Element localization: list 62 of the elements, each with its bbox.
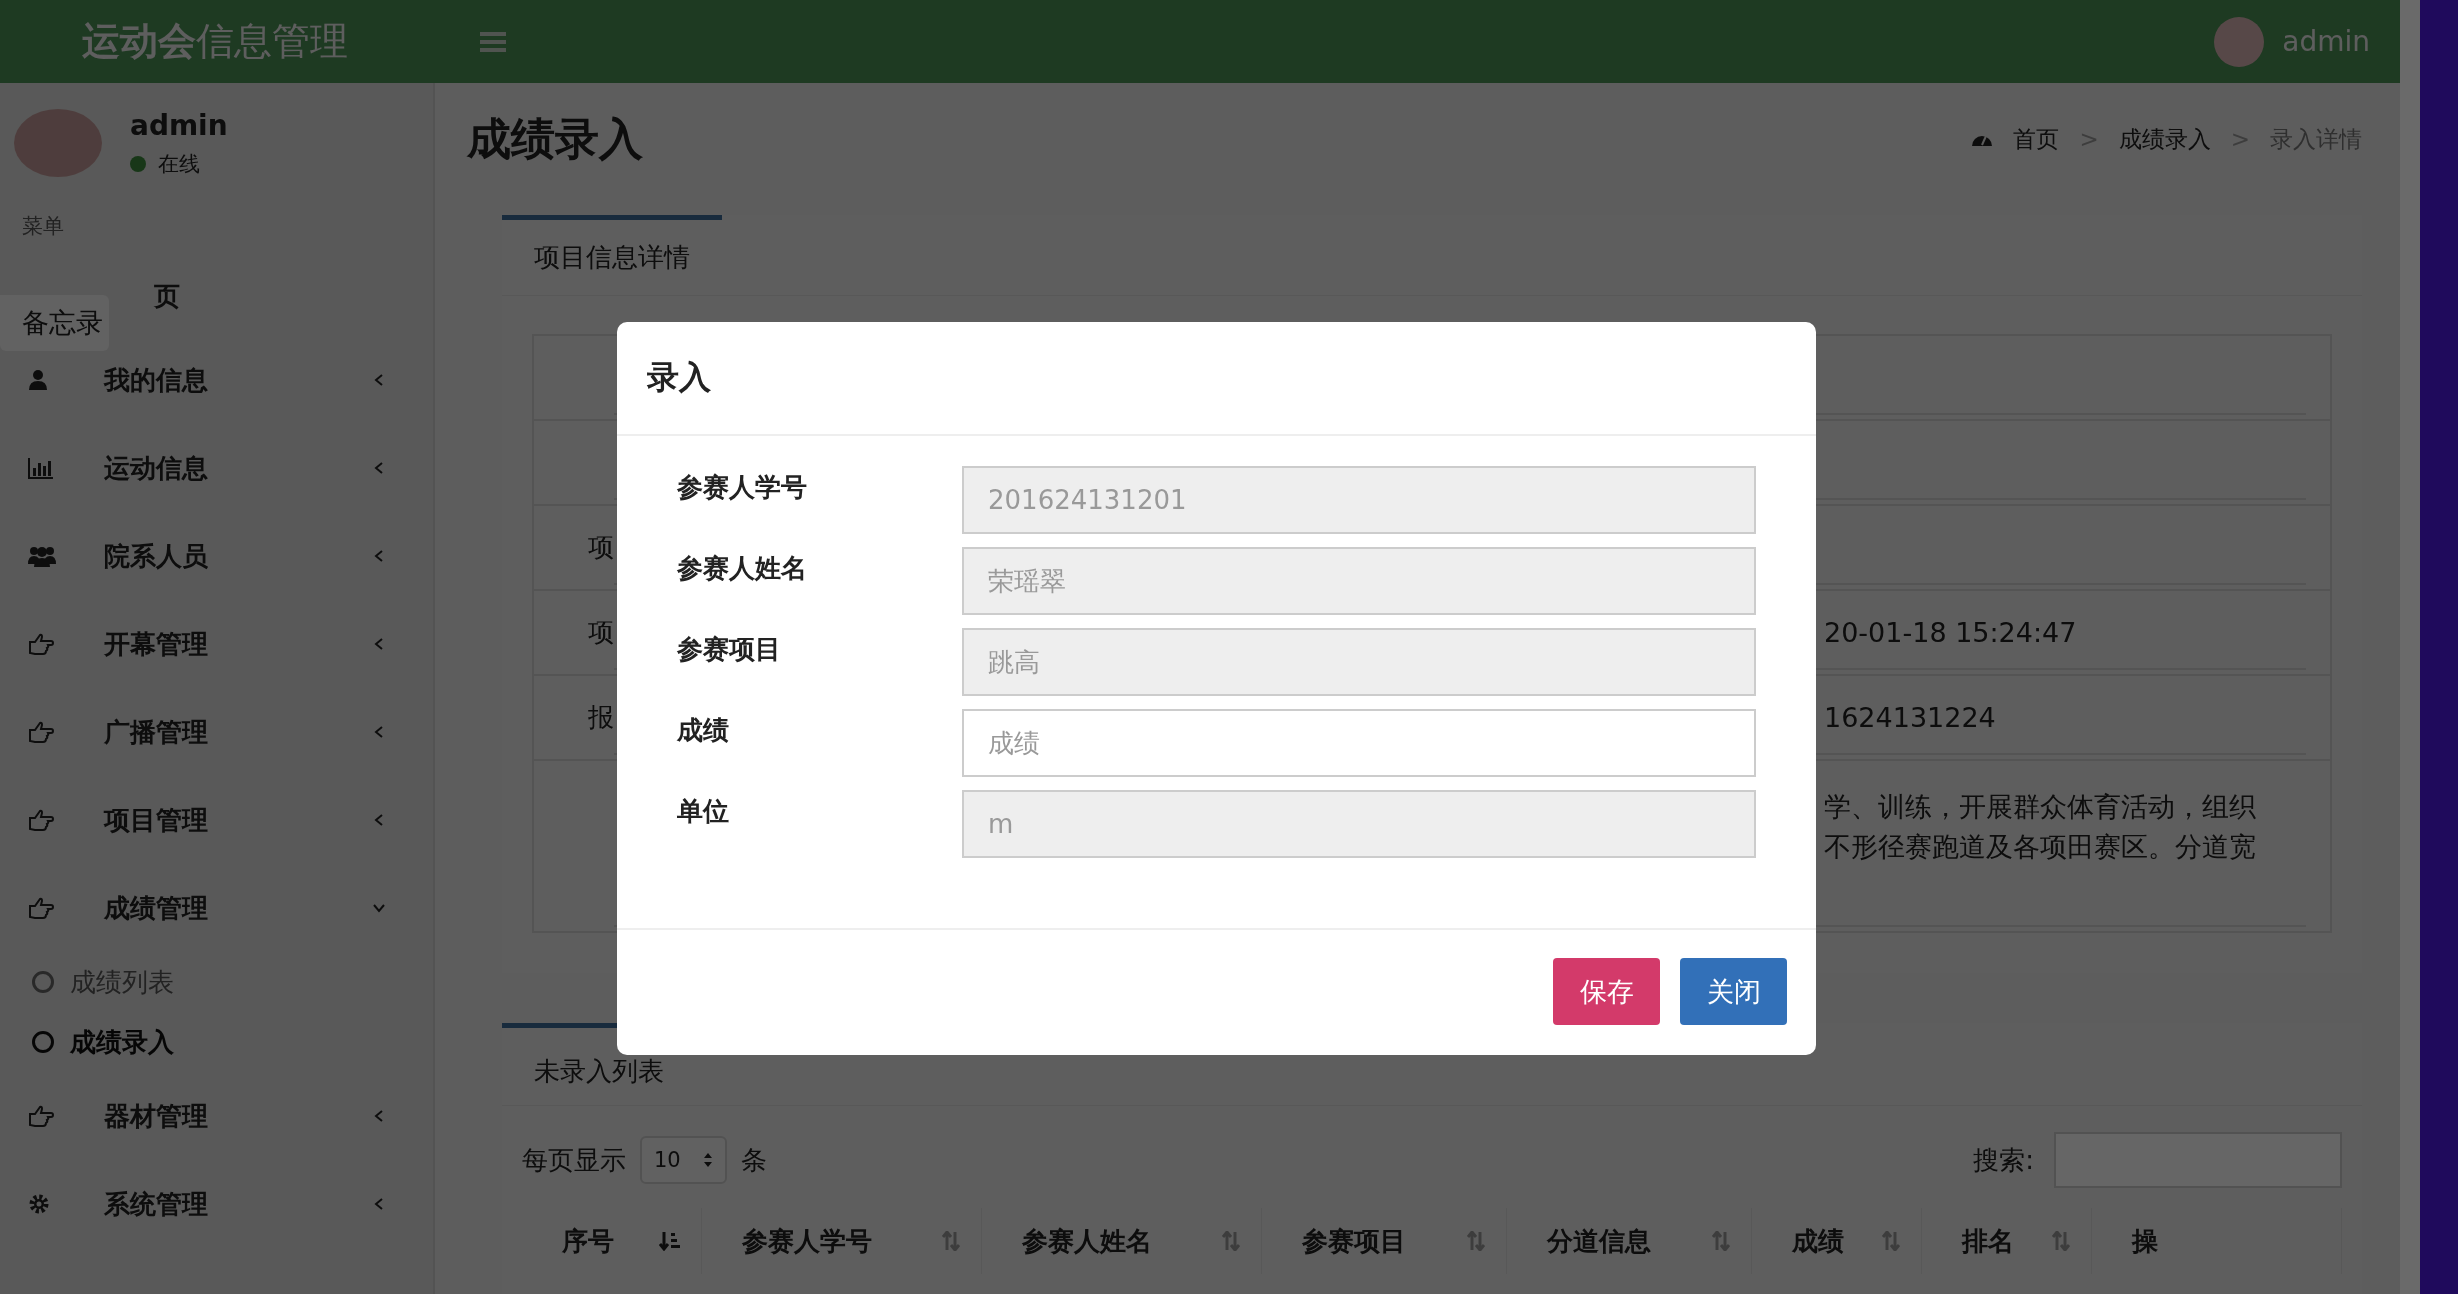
field-value: 1624131224 bbox=[1824, 700, 1996, 735]
bar-chart-icon bbox=[28, 457, 54, 479]
spinner-icon bbox=[702, 1152, 713, 1168]
pointing-hand-icon bbox=[28, 1105, 54, 1127]
field-value: 学、训练，开展群众体育活动，组织 bbox=[1824, 790, 2256, 824]
users-icon bbox=[28, 545, 56, 567]
field-label: 报 bbox=[588, 701, 614, 734]
field-label: 项 bbox=[588, 531, 614, 564]
sidebar-item[interactable]: 运动信息 bbox=[0, 424, 433, 512]
status-dot-icon bbox=[130, 156, 146, 172]
field-label: 单位 bbox=[677, 795, 730, 828]
menu-icon[interactable] bbox=[480, 30, 506, 53]
column-header[interactable]: 分道信息 bbox=[1507, 1208, 1752, 1274]
length-label: 条 bbox=[740, 1143, 767, 1177]
page-title: 成绩录入 bbox=[467, 111, 644, 166]
field-value: 20-01-18 15:24:47 bbox=[1824, 615, 2077, 650]
user-icon bbox=[28, 369, 48, 391]
user-name[interactable]: admin bbox=[2282, 25, 2370, 58]
column-header[interactable]: 排名 bbox=[1922, 1208, 2092, 1274]
sidebar-item[interactable]: 院系人员 bbox=[0, 512, 433, 600]
status-text: 在线 bbox=[158, 151, 200, 178]
field-label: 参赛人学号 bbox=[677, 471, 808, 504]
sidebar-item[interactable]: 成绩管理 bbox=[0, 864, 433, 952]
pointing-hand-icon bbox=[28, 897, 54, 919]
field-label: 项 bbox=[588, 616, 614, 649]
pointing-hand-icon bbox=[28, 633, 54, 655]
brand-title[interactable]: 运动会信息管理 bbox=[0, 16, 444, 67]
field-value: 不形径赛跑道及各项田赛区。分道宽 bbox=[1824, 830, 2256, 864]
circle-icon bbox=[32, 971, 54, 993]
field-label: 参赛项目 bbox=[677, 633, 782, 666]
dialog-title: 录入 bbox=[647, 358, 711, 396]
breadcrumb-separator: > bbox=[2079, 126, 2099, 152]
submenu-item[interactable]: 成绩录入 bbox=[0, 1012, 433, 1072]
user-name: admin bbox=[130, 109, 228, 142]
column-header[interactable]: 序号 bbox=[522, 1208, 702, 1274]
pointing-hand-icon bbox=[28, 809, 54, 831]
pointing-hand-icon bbox=[28, 721, 54, 743]
breadcrumb-separator: > bbox=[2230, 126, 2250, 152]
search-label: 搜索: bbox=[1973, 1143, 2034, 1177]
length-label: 每页显示 bbox=[522, 1143, 626, 1177]
column-header[interactable]: 操 bbox=[2092, 1208, 2342, 1274]
tooltip: 备忘录 bbox=[0, 295, 109, 351]
column-header[interactable]: 参赛人学号 bbox=[702, 1208, 982, 1274]
save-button[interactable]: 保存 bbox=[1553, 958, 1660, 1025]
settings-icon bbox=[28, 1193, 50, 1215]
column-header[interactable]: 参赛人姓名 bbox=[982, 1208, 1262, 1274]
sidebar-item[interactable]: 开幕管理 bbox=[0, 600, 433, 688]
breadcrumb-link[interactable]: 成绩录入 bbox=[2118, 123, 2211, 155]
sidebar-item[interactable]: 器材管理 bbox=[0, 1072, 433, 1160]
scrollbar[interactable] bbox=[2400, 0, 2420, 1294]
column-header[interactable]: 成绩 bbox=[1752, 1208, 1922, 1274]
sidebar-item[interactable]: 系统管理 bbox=[0, 1160, 433, 1248]
page-size-select[interactable]: 10 bbox=[640, 1136, 727, 1184]
column-header[interactable]: 参赛项目 bbox=[1262, 1208, 1507, 1274]
sidebar-item[interactable]: 项目管理 bbox=[0, 776, 433, 864]
close-button[interactable]: 关闭 bbox=[1680, 958, 1787, 1025]
sidebar-item[interactable]: 广播管理 bbox=[0, 688, 433, 776]
input-field[interactable]: 成绩 bbox=[962, 709, 1756, 777]
field-label: 参赛人姓名 bbox=[677, 552, 808, 585]
breadcrumb-link[interactable]: 首页 bbox=[2013, 123, 2060, 155]
field-label: 成绩 bbox=[677, 714, 730, 747]
circle-icon bbox=[32, 1031, 54, 1053]
